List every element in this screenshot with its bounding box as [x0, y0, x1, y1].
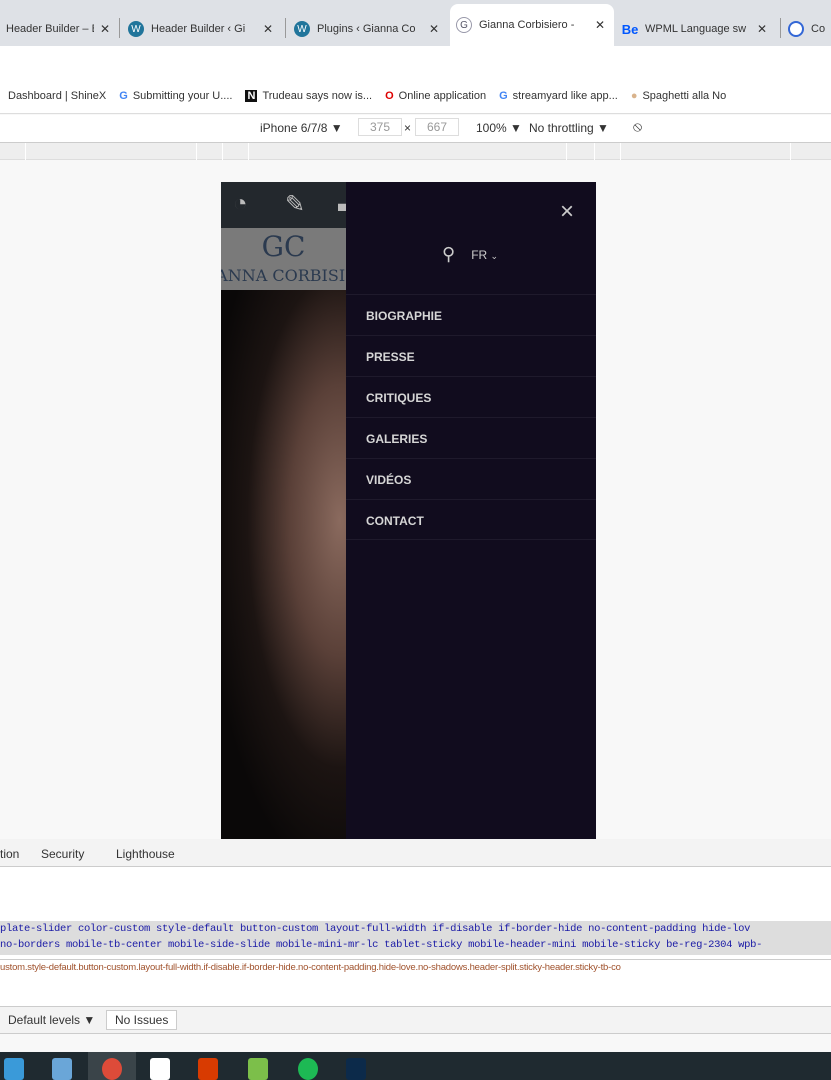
times-sign: × [404, 121, 412, 135]
browser-tab-strip: Header Builder – Be✕ WHeader Builder ‹ G… [0, 0, 831, 46]
language-switcher[interactable]: FR ⌄ [471, 248, 498, 262]
google-icon: G [119, 89, 128, 102]
tab-application[interactable]: tion [0, 847, 19, 861]
acrobat-icon[interactable] [150, 1058, 170, 1080]
menu-item-presse[interactable]: PRESSE [346, 335, 596, 376]
tab-security[interactable]: Security [41, 847, 84, 861]
tab-lighthouse[interactable]: Lighthouse [116, 847, 175, 861]
close-icon[interactable]: ✕ [100, 22, 110, 36]
rotate-icon[interactable]: ⦸ [633, 118, 642, 135]
tab-gianna-corbisiero[interactable]: G Gianna Corbisiero - ✕ [450, 4, 614, 46]
close-icon[interactable]: ✕ [263, 22, 273, 36]
customize-brush-icon[interactable]: ✎ [285, 190, 305, 219]
bookmark[interactable]: Dashboard | ShineX [8, 90, 106, 102]
mail-icon[interactable] [4, 1058, 24, 1080]
menu-item-contact[interactable]: CONTACT [346, 499, 596, 540]
bookmark[interactable]: Gstreamyard like app... [499, 90, 618, 102]
notepad-icon[interactable] [248, 1058, 268, 1080]
spotify-icon[interactable] [298, 1058, 318, 1080]
chevron-down-icon: ⌄ [490, 250, 499, 261]
console-toolbar: Default levels ▼ No Issues [0, 1006, 831, 1034]
zoom-select[interactable]: 100% ▼ [476, 121, 522, 135]
taskbar [0, 1052, 831, 1080]
height-input[interactable]: 667 [415, 118, 459, 136]
site-logo[interactable]: GC IANNA CORBISI [221, 228, 346, 290]
opera-icon: O [385, 89, 394, 102]
menu-item-critiques[interactable]: CRITIQUES [346, 376, 596, 417]
elements-panel: plate-slider color-custom style-default … [0, 867, 831, 1007]
bookmark[interactable]: ● Spaghetti alla No [631, 90, 726, 102]
address-bar-area[interactable] [0, 46, 831, 78]
bookmark[interactable]: N Trudeau says now is... [245, 89, 372, 102]
levels-select[interactable]: Default levels ▼ [8, 1013, 95, 1027]
wordpress-icon: W [294, 21, 310, 37]
device-select[interactable]: iPhone 6/7/8 ▼ [260, 121, 343, 135]
media-query-bar[interactable] [0, 143, 831, 160]
close-icon[interactable]: ✕ [429, 22, 439, 36]
throttling-select[interactable]: No throttling ▼ [529, 121, 609, 135]
tab-cor[interactable]: Cor [782, 12, 831, 46]
wordpress-icon: W [128, 21, 144, 37]
office-icon[interactable] [198, 1058, 218, 1080]
media-player-icon[interactable] [52, 1058, 72, 1080]
code-line[interactable]: no-borders mobile-tb-center mobile-side-… [0, 939, 762, 951]
close-icon[interactable]: × [560, 198, 574, 226]
dashboard-icon[interactable]: ◔ [233, 190, 248, 218]
bookmark[interactable]: O Online application [385, 90, 486, 102]
width-input[interactable]: 375 [358, 118, 402, 136]
site-favicon-icon [788, 21, 804, 37]
menu-item-biographie[interactable]: BIOGRAPHIE [346, 294, 596, 335]
search-icon[interactable]: ⚲ [442, 244, 455, 265]
site-icon: ● [630, 89, 638, 102]
admin-bar: ◔ ✎ ▬ [221, 182, 362, 228]
gc-favicon-icon: G [456, 17, 472, 33]
menu-item-galeries[interactable]: GALERIES [346, 417, 596, 458]
news-icon: N [245, 89, 258, 102]
bookmark[interactable]: G Submitting your U.... [119, 90, 232, 102]
behance-icon: Be [621, 21, 639, 37]
close-icon[interactable]: ✕ [757, 22, 767, 36]
tab-wpml[interactable]: Be WPML Language sw ✕ [616, 12, 778, 46]
devtools-tabs: tion Security Lighthouse [0, 839, 831, 867]
mobile-side-menu: × ⚲ FR ⌄ BIOGRAPHIE PRESSE CRITIQUES GAL… [346, 182, 596, 839]
selector-breadcrumb[interactable]: ustom.style-default.button-custom.layout… [0, 962, 621, 973]
issues-button[interactable]: No Issues [106, 1010, 178, 1030]
hero-photo [221, 290, 346, 839]
close-icon[interactable]: ✕ [595, 18, 605, 32]
bookmarks-bar: Dashboard | ShineX G Submitting your U...… [0, 78, 831, 114]
tab-plugins[interactable]: W Plugins ‹ Gianna Co ✕ [288, 12, 448, 46]
tab-header-builder-be[interactable]: Header Builder – Be✕ [0, 12, 116, 46]
photoshop-icon[interactable] [346, 1058, 366, 1080]
google-icon: G [499, 89, 508, 102]
tab-header-builder[interactable]: W Header Builder ‹ Gi ✕ [122, 12, 282, 46]
menu-item-videos[interactable]: VIDÉOS [346, 458, 596, 499]
code-line[interactable]: plate-slider color-custom style-default … [0, 923, 750, 935]
device-toolbar: iPhone 6/7/8 ▼ 375 × 667 100% ▼ No throt… [0, 115, 831, 143]
chrome-icon[interactable] [102, 1058, 122, 1080]
mobile-viewport: ◔ ✎ ▬ GC IANNA CORBISI × ⚲ FR ⌄ BIOGRAPH… [221, 182, 596, 839]
